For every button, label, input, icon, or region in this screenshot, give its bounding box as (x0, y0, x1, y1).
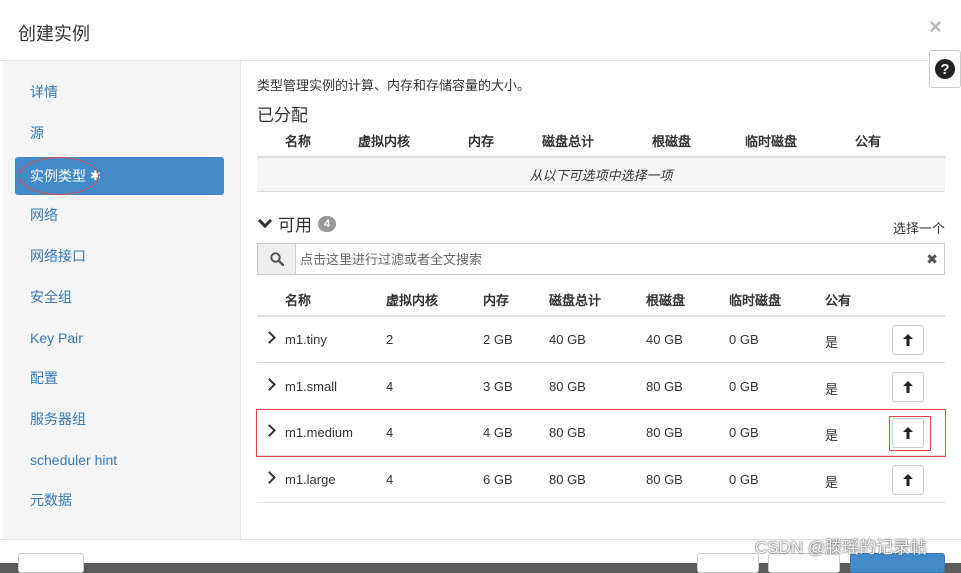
modal-title: 创建实例 (18, 24, 90, 44)
sidebar-item-label: 实例类型 (30, 168, 86, 184)
column-header: 根磁盘 (652, 134, 692, 149)
allocate-button[interactable] (892, 418, 924, 448)
close-icon[interactable]: × (929, 16, 942, 38)
column-header: 名称 (285, 293, 312, 308)
chevron-right-icon[interactable] (263, 378, 276, 391)
sidebar-item-flavor[interactable]: 实例类型 ✱ (15, 157, 224, 195)
arrow-up-icon (903, 474, 913, 486)
disk-total: 80 GB (549, 425, 586, 440)
allocate-button[interactable] (892, 465, 924, 495)
flavor-name: m1.small (285, 379, 338, 394)
flavor-name: m1.tiny (285, 332, 327, 347)
search-icon (258, 244, 296, 274)
column-header: 磁盘总计 (549, 293, 602, 308)
available-section-toggle[interactable]: 可用 4 (257, 211, 337, 236)
help-button[interactable]: ? (929, 50, 961, 88)
allocated-title: 已分配 (257, 106, 308, 125)
chevron-right-icon[interactable] (263, 471, 276, 484)
flavor-name: m1.large (285, 472, 336, 487)
modal-header: 创建实例 × (0, 0, 961, 61)
available-count-badge: 4 (318, 215, 337, 232)
flavor-name: m1.medium (285, 425, 353, 440)
arrow-up-icon (903, 427, 913, 439)
column-header: 临时磁盘 (729, 293, 782, 308)
chevron-down-icon (257, 213, 273, 229)
allocate-button[interactable] (892, 325, 924, 355)
vcpus: 4 (386, 379, 394, 394)
disk-total: 80 GB (549, 379, 586, 394)
pick-one-hint: 选择一个 (893, 221, 946, 236)
sidebar-item-server-groups[interactable]: 服务器组 (15, 400, 224, 438)
ram: 3 GB (483, 379, 513, 394)
disk-total: 40 GB (549, 332, 586, 347)
table-row[interactable]: m1.tiny 2 2 GB 40 GB 40 GB 0 GB 是 (257, 317, 945, 363)
question-icon: ? (935, 59, 955, 79)
root-disk: 40 GB (646, 332, 683, 347)
clear-search-icon[interactable]: ✖ (926, 251, 938, 268)
table-row[interactable]: m1.large 4 6 GB 80 GB 80 GB 0 GB 是 (257, 457, 945, 503)
sidebar-item-security-groups[interactable]: 安全组 (15, 278, 224, 316)
vcpus: 4 (386, 472, 394, 487)
vcpus: 4 (386, 425, 394, 440)
required-icon: ✱ (90, 168, 101, 183)
disk-total: 80 GB (549, 472, 586, 487)
table-row[interactable]: m1.small 4 3 GB 80 GB 80 GB 0 GB 是 (257, 364, 945, 410)
column-header: 公有 (825, 293, 852, 308)
ram: 2 GB (483, 332, 513, 347)
sidebar-item-source[interactable]: 源 (15, 114, 224, 152)
public: 是 (825, 428, 839, 443)
column-header: 磁盘总计 (542, 134, 595, 149)
vcpus: 2 (386, 332, 394, 347)
cancel-button[interactable] (18, 553, 84, 573)
search-input[interactable] (300, 249, 900, 269)
column-header: 公有 (855, 134, 882, 149)
allocated-empty-row: 从以下可选项中选择一项 (257, 156, 945, 192)
column-header: 名称 (285, 134, 312, 149)
root-disk: 80 GB (646, 472, 683, 487)
available-title: 可用 (278, 216, 312, 235)
sidebar-item-details[interactable]: 详情 (15, 73, 224, 111)
chevron-right-icon[interactable] (263, 331, 276, 344)
allocate-button[interactable] (892, 372, 924, 402)
ram: 6 GB (483, 472, 513, 487)
back-button[interactable] (697, 553, 759, 573)
column-header: 临时磁盘 (745, 134, 798, 149)
ephemeral-disk: 0 GB (729, 332, 759, 347)
sidebar-item-network-ports[interactable]: 网络接口 (15, 237, 224, 275)
public: 是 (825, 335, 839, 350)
public: 是 (825, 475, 839, 490)
arrow-up-icon (903, 334, 913, 346)
sidebar-item-metadata[interactable]: 元数据 (15, 481, 224, 519)
sidebar-item-scheduler-hint[interactable]: scheduler hint (15, 441, 224, 479)
column-header: 虚拟内核 (358, 134, 411, 149)
chevron-right-icon[interactable] (263, 424, 276, 437)
step-description: 类型管理实例的计算、内存和存储容量的大小。 (257, 78, 531, 93)
filter-search-bar: ✖ (257, 243, 945, 275)
root-disk: 80 GB (646, 425, 683, 440)
column-header: 内存 (468, 134, 495, 149)
ram: 4 GB (483, 425, 513, 440)
ephemeral-disk: 0 GB (729, 379, 759, 394)
public: 是 (825, 382, 839, 397)
watermark: CSDN @滕瑶的记录帖 (755, 538, 928, 557)
ephemeral-disk: 0 GB (729, 472, 759, 487)
root-disk: 80 GB (646, 379, 683, 394)
column-header: 内存 (483, 293, 510, 308)
sidebar-item-key-pair[interactable]: Key Pair (15, 319, 224, 357)
arrow-up-icon (903, 381, 913, 393)
column-header: 虚拟内核 (386, 293, 439, 308)
ephemeral-disk: 0 GB (729, 425, 759, 440)
sidebar-item-configuration[interactable]: 配置 (15, 359, 224, 397)
column-header: 根磁盘 (646, 293, 686, 308)
sidebar-item-network[interactable]: 网络 (15, 196, 224, 234)
create-instance-modal: 创建实例 × ? 详情 源 实例类型 ✱ 网络 网络接口 安全组 Key Pai… (0, 0, 961, 573)
table-row[interactable]: m1.medium 4 4 GB 80 GB 80 GB 0 GB 是 (256, 409, 946, 457)
